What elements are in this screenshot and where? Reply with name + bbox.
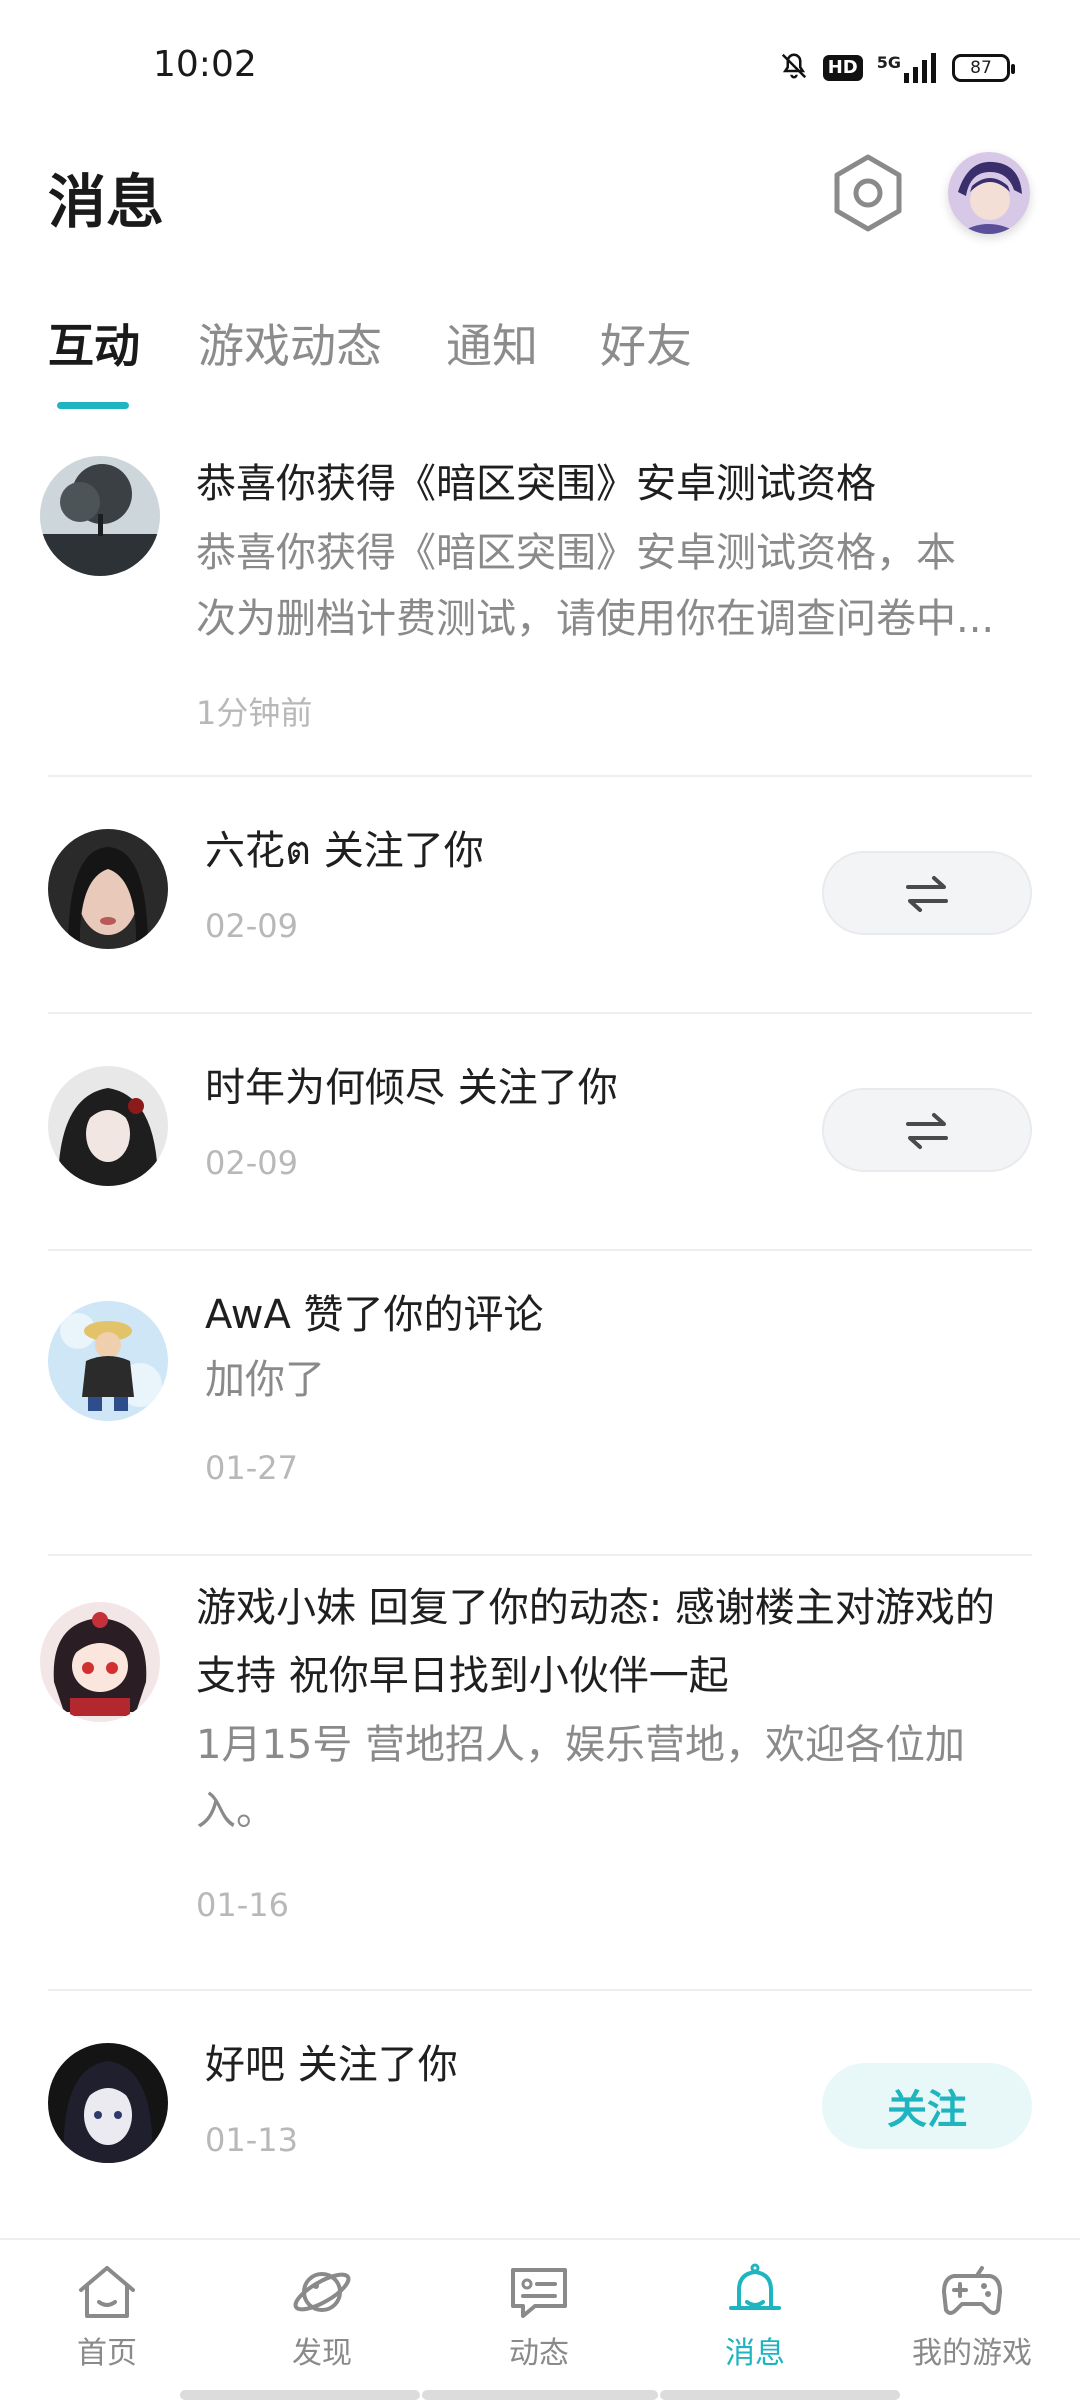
status-time: 10:02 bbox=[153, 44, 257, 85]
bottom-nav: 首页 发现 动态 消息 我的游戏 bbox=[0, 2238, 1080, 2400]
tab-game-updates[interactable]: 游戏动态 bbox=[198, 310, 382, 376]
message-time: 01-16 bbox=[196, 1886, 289, 1924]
mutual-follow-icon bbox=[906, 1113, 948, 1149]
avatar bbox=[48, 829, 168, 949]
message-title-line-1: 游戏小妹 回复了你的动态: 感谢楼主对游戏的 bbox=[196, 1585, 995, 1631]
message-body-line-1: 1月15号 营地招人，娱乐营地，欢迎各位加 bbox=[196, 1722, 966, 1768]
list-item[interactable]: 游戏小妹 回复了你的动态: 感谢楼主对游戏的 支持 祝你早日找到小伙伴一起 1月… bbox=[0, 1556, 1080, 1989]
home-indicator-right bbox=[660, 2390, 900, 2400]
5g-signal-icon: 5G bbox=[877, 53, 938, 83]
settings-button[interactable] bbox=[832, 152, 904, 234]
list-item[interactable]: AwA 赞了你的评论 加你了 01-27 bbox=[0, 1251, 1080, 1554]
list-item[interactable]: 恭喜你获得《暗区突围》安卓测试资格 恭喜你获得《暗区突围》安卓测试资格，本 次为… bbox=[0, 430, 1080, 775]
message-title: 六花ต 关注了你 bbox=[205, 828, 484, 874]
message-time: 01-13 bbox=[205, 2121, 298, 2159]
home-indicator-center bbox=[422, 2390, 658, 2400]
message-time: 02-09 bbox=[205, 907, 298, 945]
feed-chat-icon bbox=[511, 2268, 567, 2318]
mutual-follow-icon bbox=[906, 876, 948, 912]
message-title: AwA 赞了你的评论 bbox=[205, 1292, 544, 1338]
message-body-line-1: 加你了 bbox=[205, 1357, 325, 1403]
list-item[interactable]: 六花ต 关注了你 02-09 bbox=[0, 777, 1080, 1012]
nav-label: 消息 bbox=[725, 2336, 785, 2371]
battery-icon: 87 bbox=[952, 54, 1015, 82]
page-title: 消息 bbox=[48, 168, 165, 236]
gamepad-icon bbox=[942, 2266, 1002, 2315]
message-time: 02-09 bbox=[205, 1144, 298, 1182]
home-icon bbox=[79, 2266, 135, 2318]
avatar bbox=[48, 1066, 168, 1186]
avatar bbox=[40, 456, 160, 576]
tab-friends[interactable]: 好友 bbox=[600, 310, 692, 376]
network-type: 5G bbox=[876, 53, 901, 72]
bell-icon bbox=[729, 2263, 781, 2310]
planet-icon bbox=[293, 2272, 351, 2312]
nav-label: 发现 bbox=[292, 2336, 352, 2371]
tab-notifications[interactable]: 通知 bbox=[446, 310, 538, 376]
mutual-follow-button[interactable] bbox=[822, 1088, 1032, 1172]
message-tabs: 互动 游戏动态 通知 好友 bbox=[0, 310, 1080, 410]
status-icons: HD 5G 87 bbox=[779, 48, 1015, 88]
hd-icon: HD bbox=[822, 55, 863, 81]
nav-label: 首页 bbox=[77, 2336, 137, 2371]
avatar bbox=[48, 1301, 168, 1421]
list-item[interactable]: 时年为何倾尽 关注了你 02-09 bbox=[0, 1014, 1080, 1249]
nav-messages[interactable]: 消息 bbox=[680, 2262, 830, 2382]
message-body-line-2: 次为删档计费测试，请使用你在调查问卷中... bbox=[196, 596, 995, 642]
nav-my-games[interactable]: 我的游戏 bbox=[897, 2262, 1047, 2382]
nav-discover[interactable]: 发现 bbox=[247, 2262, 397, 2382]
message-title-line-2: 支持 祝你早日找到小伙伴一起 bbox=[196, 1653, 729, 1699]
nav-feed[interactable]: 动态 bbox=[464, 2262, 614, 2382]
message-title: 恭喜你获得《暗区突围》安卓测试资格 bbox=[196, 461, 876, 507]
message-title: 好吧 关注了你 bbox=[205, 2042, 458, 2088]
message-body-line-2: 入。 bbox=[196, 1788, 276, 1834]
message-time: 1分钟前 bbox=[196, 694, 313, 732]
mutual-follow-button[interactable] bbox=[822, 851, 1032, 935]
nav-home[interactable]: 首页 bbox=[32, 2262, 182, 2382]
avatar bbox=[48, 2043, 168, 2163]
nav-label: 动态 bbox=[509, 2336, 569, 2371]
nav-label: 我的游戏 bbox=[912, 2336, 1032, 2371]
tab-active-indicator bbox=[57, 402, 129, 409]
message-title: 时年为何倾尽 关注了你 bbox=[205, 1065, 618, 1111]
status-bar: 10:02 HD 5G 87 bbox=[0, 0, 1080, 130]
message-time: 01-27 bbox=[205, 1449, 298, 1487]
profile-avatar[interactable] bbox=[948, 152, 1030, 234]
settings-hex-icon bbox=[834, 154, 902, 232]
tab-interaction[interactable]: 互动 bbox=[48, 310, 140, 376]
home-indicator-left bbox=[180, 2390, 420, 2400]
follow-button[interactable]: 关注 bbox=[822, 2063, 1032, 2149]
message-body-line-1: 恭喜你获得《暗区突围》安卓测试资格，本 bbox=[196, 530, 956, 576]
avatar bbox=[40, 1602, 160, 1722]
mute-bell-icon bbox=[779, 51, 809, 85]
list-item[interactable]: 好吧 关注了你 01-13 关注 bbox=[0, 1991, 1080, 2226]
